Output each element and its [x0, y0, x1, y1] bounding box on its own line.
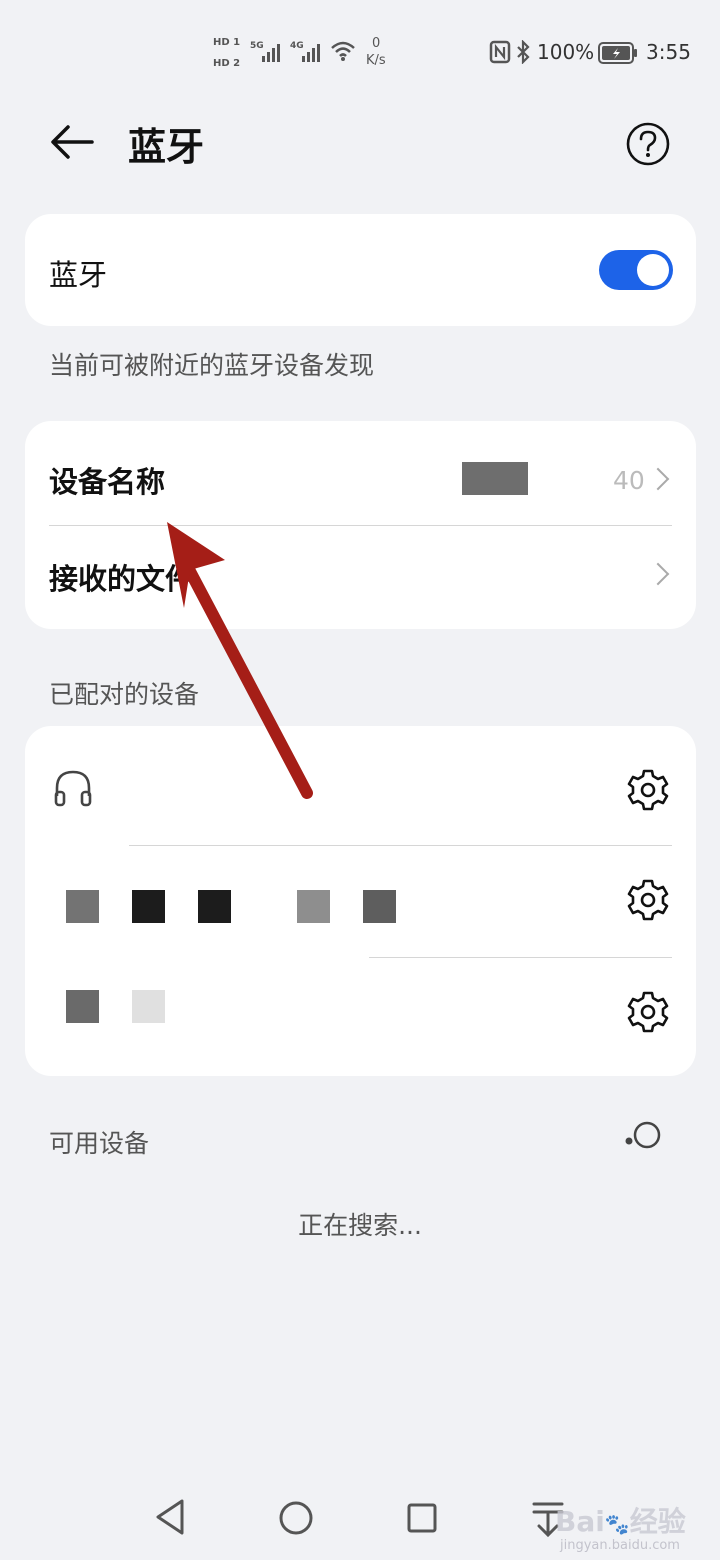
- watermark-brand-text: Bai: [555, 1505, 605, 1538]
- bluetooth-toggle-card: 蓝牙: [25, 214, 696, 326]
- headset-icon: [54, 770, 92, 807]
- redaction-block: [198, 890, 231, 923]
- chevron-right-icon: [646, 467, 670, 491]
- redaction-block: [132, 990, 165, 1023]
- net-speed-unit: K/s: [366, 53, 386, 68]
- discoverable-hint: 当前可被附近的蓝牙设备发现: [49, 351, 375, 380]
- gear-icon[interactable]: [626, 990, 670, 1034]
- redaction-block: [132, 890, 165, 923]
- sim1-hd-indicator: HD 1: [213, 37, 241, 48]
- nav-back-icon[interactable]: [152, 1497, 188, 1537]
- chevron-right-icon: [646, 562, 670, 586]
- bluetooth-label: 蓝牙: [49, 258, 108, 292]
- device-name-redaction: [462, 462, 528, 495]
- net-speed-value: 0: [372, 36, 381, 51]
- paired-device-row[interactable]: [25, 846, 696, 956]
- loading-spinner-icon: [625, 1121, 661, 1149]
- watermark-brand2-text: 经验: [629, 1505, 686, 1538]
- annotation-arrow: [167, 522, 313, 799]
- searching-status: 正在搜索...: [298, 1211, 422, 1240]
- device-name-value: 40: [613, 466, 645, 495]
- watermark-brand: Bai🐾经验: [555, 1500, 686, 1540]
- sim2-hd-indicator: HD 2: [213, 58, 241, 69]
- gear-icon[interactable]: [626, 878, 670, 922]
- received-files-row[interactable]: 接收的文件: [25, 526, 696, 629]
- redaction-block: [363, 890, 396, 923]
- wifi-icon: [331, 41, 355, 61]
- signal-4g-icon: [302, 42, 320, 62]
- bluetooth-toggle[interactable]: [599, 250, 673, 290]
- gear-icon[interactable]: [626, 768, 670, 812]
- nfc-icon: [489, 40, 511, 64]
- paw-icon: 🐾: [604, 1512, 630, 1536]
- redaction-block: [297, 890, 330, 923]
- page-title: 蓝牙: [128, 125, 205, 169]
- paired-device-row[interactable]: [25, 958, 696, 1068]
- clock: 3:55: [646, 40, 691, 64]
- battery-percent: 100%: [537, 40, 595, 64]
- back-arrow-icon[interactable]: [50, 122, 94, 162]
- paired-device-row[interactable]: [25, 738, 696, 844]
- redaction-block: [66, 890, 99, 923]
- nav-home-icon[interactable]: [276, 1498, 316, 1538]
- redaction-block: [66, 990, 99, 1023]
- nav-recents-icon[interactable]: [404, 1500, 440, 1536]
- signal-5g-icon: [262, 42, 280, 62]
- toggle-knob: [637, 254, 669, 286]
- help-circle-icon[interactable]: [625, 121, 671, 167]
- device-name-row[interactable]: 设备名称 40: [25, 421, 696, 525]
- device-name-label: 设备名称: [49, 465, 166, 499]
- device-name-blur: [533, 459, 613, 499]
- available-section-label: 可用设备: [49, 1129, 150, 1158]
- status-bar: HD 1 HD 2 5G 4G 0 K/s 100% 3:55: [0, 0, 720, 100]
- watermark-url: jingyan.baidu.com: [560, 1538, 680, 1553]
- battery-charging-icon: [598, 42, 637, 64]
- bluetooth-status-icon: [517, 40, 530, 64]
